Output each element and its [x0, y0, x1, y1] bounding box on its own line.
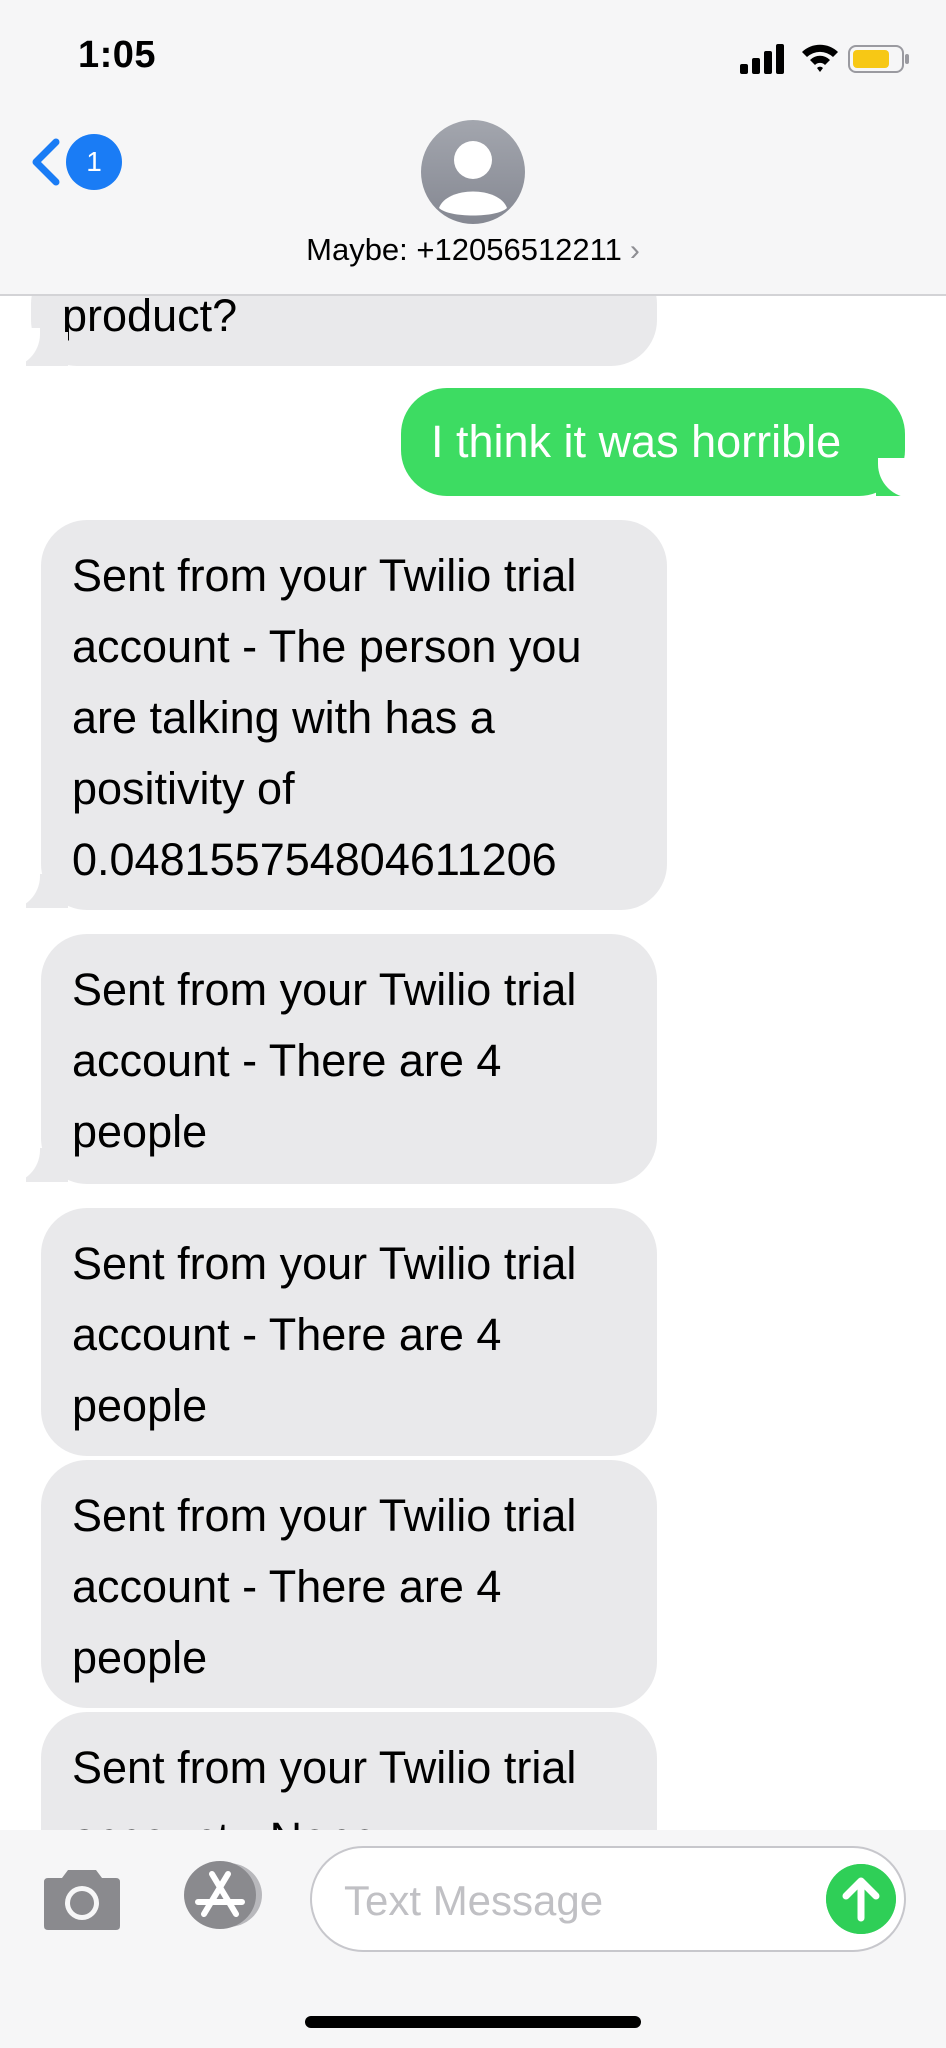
cellular-signal-icon — [740, 44, 784, 74]
message-line: Sent from your Twilio trial — [72, 550, 577, 601]
message-line: people — [72, 1632, 208, 1683]
message-line: are talking with has a — [72, 692, 495, 743]
send-arrow-icon[interactable] — [826, 1864, 896, 1934]
wifi-icon — [802, 44, 838, 72]
message-line: people — [72, 1106, 208, 1157]
contact-name[interactable]: Maybe: +12056512211 › — [0, 232, 946, 268]
person-avatar-icon[interactable] — [421, 120, 525, 224]
message-line: 0.048155754804611206 — [72, 834, 557, 885]
message-line: account - There are 4 — [72, 1561, 502, 1612]
message-line: positivity of — [72, 763, 295, 814]
contact-name-text: Maybe: +12056512211 — [306, 232, 622, 267]
chevron-left-icon — [32, 138, 60, 186]
message-line: account - The person you — [72, 621, 582, 672]
message-bubble-incoming[interactable]: Sent from your Twilio trial account - Th… — [41, 934, 657, 1184]
message-line: account - There are 4 — [72, 1035, 502, 1086]
message-bubble-outgoing[interactable]: I think it was horrible — [401, 388, 905, 496]
status-time: 1:05 — [78, 34, 157, 76]
status-bar: 1:05 — [0, 0, 946, 110]
message-line: account - There are 4 — [72, 1309, 502, 1360]
message-input[interactable] — [342, 1872, 806, 1930]
message-line: Sent from your Twilio trial — [72, 1742, 577, 1793]
message-text: I think it was horrible — [431, 416, 842, 467]
message-input-field[interactable] — [310, 1846, 906, 1952]
camera-icon[interactable] — [42, 1862, 122, 1932]
message-bubble-incoming[interactable]: Sent from your Twilio trial account - Th… — [41, 1208, 657, 1456]
message-bubble-incoming[interactable]: Sent from your Twilio trial account - Th… — [41, 520, 667, 910]
battery-icon — [848, 45, 909, 73]
message-bubble-incoming[interactable]: Sent from your Twilio trial account - No… — [41, 1712, 657, 1830]
unread-count-badge: 1 — [66, 134, 122, 190]
app-store-icon[interactable] — [176, 1852, 268, 1938]
message-line: account - None — [72, 1803, 627, 1830]
chevron-right-icon: › — [629, 234, 640, 267]
message-bubble-incoming[interactable]: Sent from your Twilio trial account - Th… — [41, 1460, 657, 1708]
message-line: Sent from your Twilio trial — [72, 964, 577, 1015]
message-line: Sent from your Twilio trial — [72, 1490, 577, 1541]
home-indicator — [305, 2016, 641, 2028]
message-line: people — [72, 1380, 208, 1431]
message-line: Sent from your Twilio trial — [72, 1238, 577, 1289]
compose-bar — [0, 1830, 946, 2048]
back-button[interactable]: 1 — [26, 130, 122, 194]
